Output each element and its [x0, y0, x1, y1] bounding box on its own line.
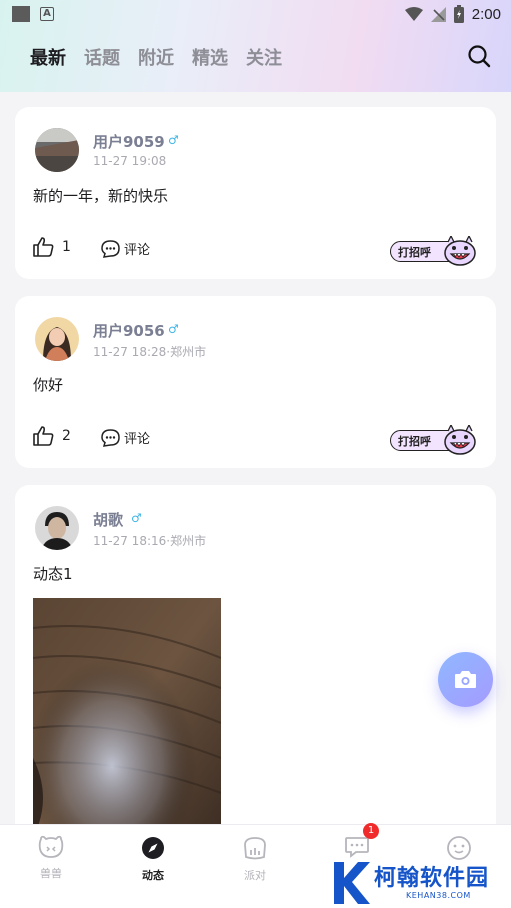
nav-item-shoushou[interactable]: 兽兽 — [21, 835, 81, 881]
post-meta: 11-27 18:16·郑州市 — [93, 534, 207, 548]
avatar[interactable] — [35, 128, 79, 172]
bear-icon — [38, 835, 64, 858]
monster-icon — [444, 425, 476, 455]
like-count: 1 — [62, 239, 71, 255]
avatar[interactable] — [35, 506, 79, 550]
signal-icon — [430, 6, 446, 22]
tab-latest[interactable]: 最新 — [30, 44, 66, 70]
gender-male-icon: ♂ — [168, 322, 179, 336]
username[interactable]: 胡歌 — [93, 509, 123, 530]
status-bar: A 2:00 — [0, 0, 511, 28]
post-card[interactable]: 用户9056 ♂ 11-27 18:28·郑州市 你好 2 评论 打招呼 — [15, 296, 496, 468]
watermark-k-icon — [334, 862, 370, 904]
post-image[interactable] — [33, 598, 221, 824]
search-icon[interactable] — [467, 44, 491, 68]
keyboard-icon: A — [40, 7, 54, 21]
greet-label: 打招呼 — [398, 246, 431, 259]
comment-button[interactable]: 评论 — [101, 428, 150, 447]
nav-label: 动态 — [142, 869, 164, 882]
unread-badge: 1 — [363, 823, 379, 839]
post-content: 你好 — [33, 376, 64, 394]
top-header: A 2:00 最新 话题 附近 精选 关注 — [0, 0, 511, 92]
greet-button[interactable]: 打招呼 — [390, 425, 478, 455]
nav-item-party[interactable]: 派对 — [225, 835, 285, 883]
post-card[interactable]: 用户9059 ♂ 11-27 19:08 新的一年，新的快乐 1 评论 打招呼 — [15, 107, 496, 279]
like-count: 2 — [62, 428, 71, 444]
post-content: 新的一年，新的快乐 — [33, 187, 169, 205]
tab-topics[interactable]: 话题 — [84, 44, 120, 70]
comment-icon — [101, 428, 120, 447]
nav-label: 兽兽 — [40, 867, 62, 880]
post-meta: 11-27 18:28·郑州市 — [93, 345, 207, 359]
tab-following[interactable]: 关注 — [246, 44, 282, 70]
comment-button[interactable]: 评论 — [101, 239, 150, 258]
avatar[interactable] — [35, 317, 79, 361]
thumbs-up-icon — [33, 237, 54, 257]
battery-icon — [453, 5, 464, 23]
compass-icon — [142, 837, 164, 859]
tab-nearby[interactable]: 附近 — [138, 44, 174, 70]
feed-tabs: 最新 话题 附近 精选 关注 — [30, 44, 282, 70]
watermark-subtext: KEHAN38.COM — [406, 891, 471, 900]
status-time: 2:00 — [471, 5, 501, 23]
feed-list[interactable]: 用户9059 ♂ 11-27 19:08 新的一年，新的快乐 1 评论 打招呼 — [0, 92, 511, 824]
monster-icon — [444, 236, 476, 266]
comment-label: 评论 — [124, 432, 151, 447]
comment-label: 评论 — [124, 243, 151, 258]
party-icon — [244, 837, 266, 860]
thumbs-up-icon — [33, 426, 54, 446]
username[interactable]: 用户9059 — [93, 131, 165, 152]
notification-icon — [12, 6, 30, 22]
greet-label: 打招呼 — [398, 435, 431, 448]
post-meta: 11-27 19:08 — [93, 154, 167, 168]
tab-featured[interactable]: 精选 — [192, 44, 228, 70]
message-icon — [345, 837, 369, 858]
comment-icon — [101, 239, 120, 258]
camera-button[interactable] — [438, 652, 493, 707]
wifi-icon — [404, 7, 423, 21]
watermark-text: 柯翰软件园 — [374, 866, 490, 891]
camera-icon — [455, 671, 476, 688]
gender-male-icon: ♂ — [168, 133, 179, 147]
watermark-logo: 柯翰软件园 KEHAN38.COM — [330, 858, 510, 908]
nav-label: 派对 — [244, 869, 266, 882]
like-button[interactable]: 1 — [33, 237, 71, 257]
post-content: 动态1 — [33, 565, 73, 583]
gender-male-icon: ♂ — [131, 511, 142, 525]
like-button[interactable]: 2 — [33, 426, 71, 446]
post-card[interactable]: 胡歌 ♂ 11-27 18:16·郑州市 动态1 — [15, 485, 496, 824]
greet-button[interactable]: 打招呼 — [390, 236, 478, 266]
nav-item-moments[interactable]: 动态 — [123, 835, 183, 883]
username[interactable]: 用户9056 — [93, 320, 165, 341]
